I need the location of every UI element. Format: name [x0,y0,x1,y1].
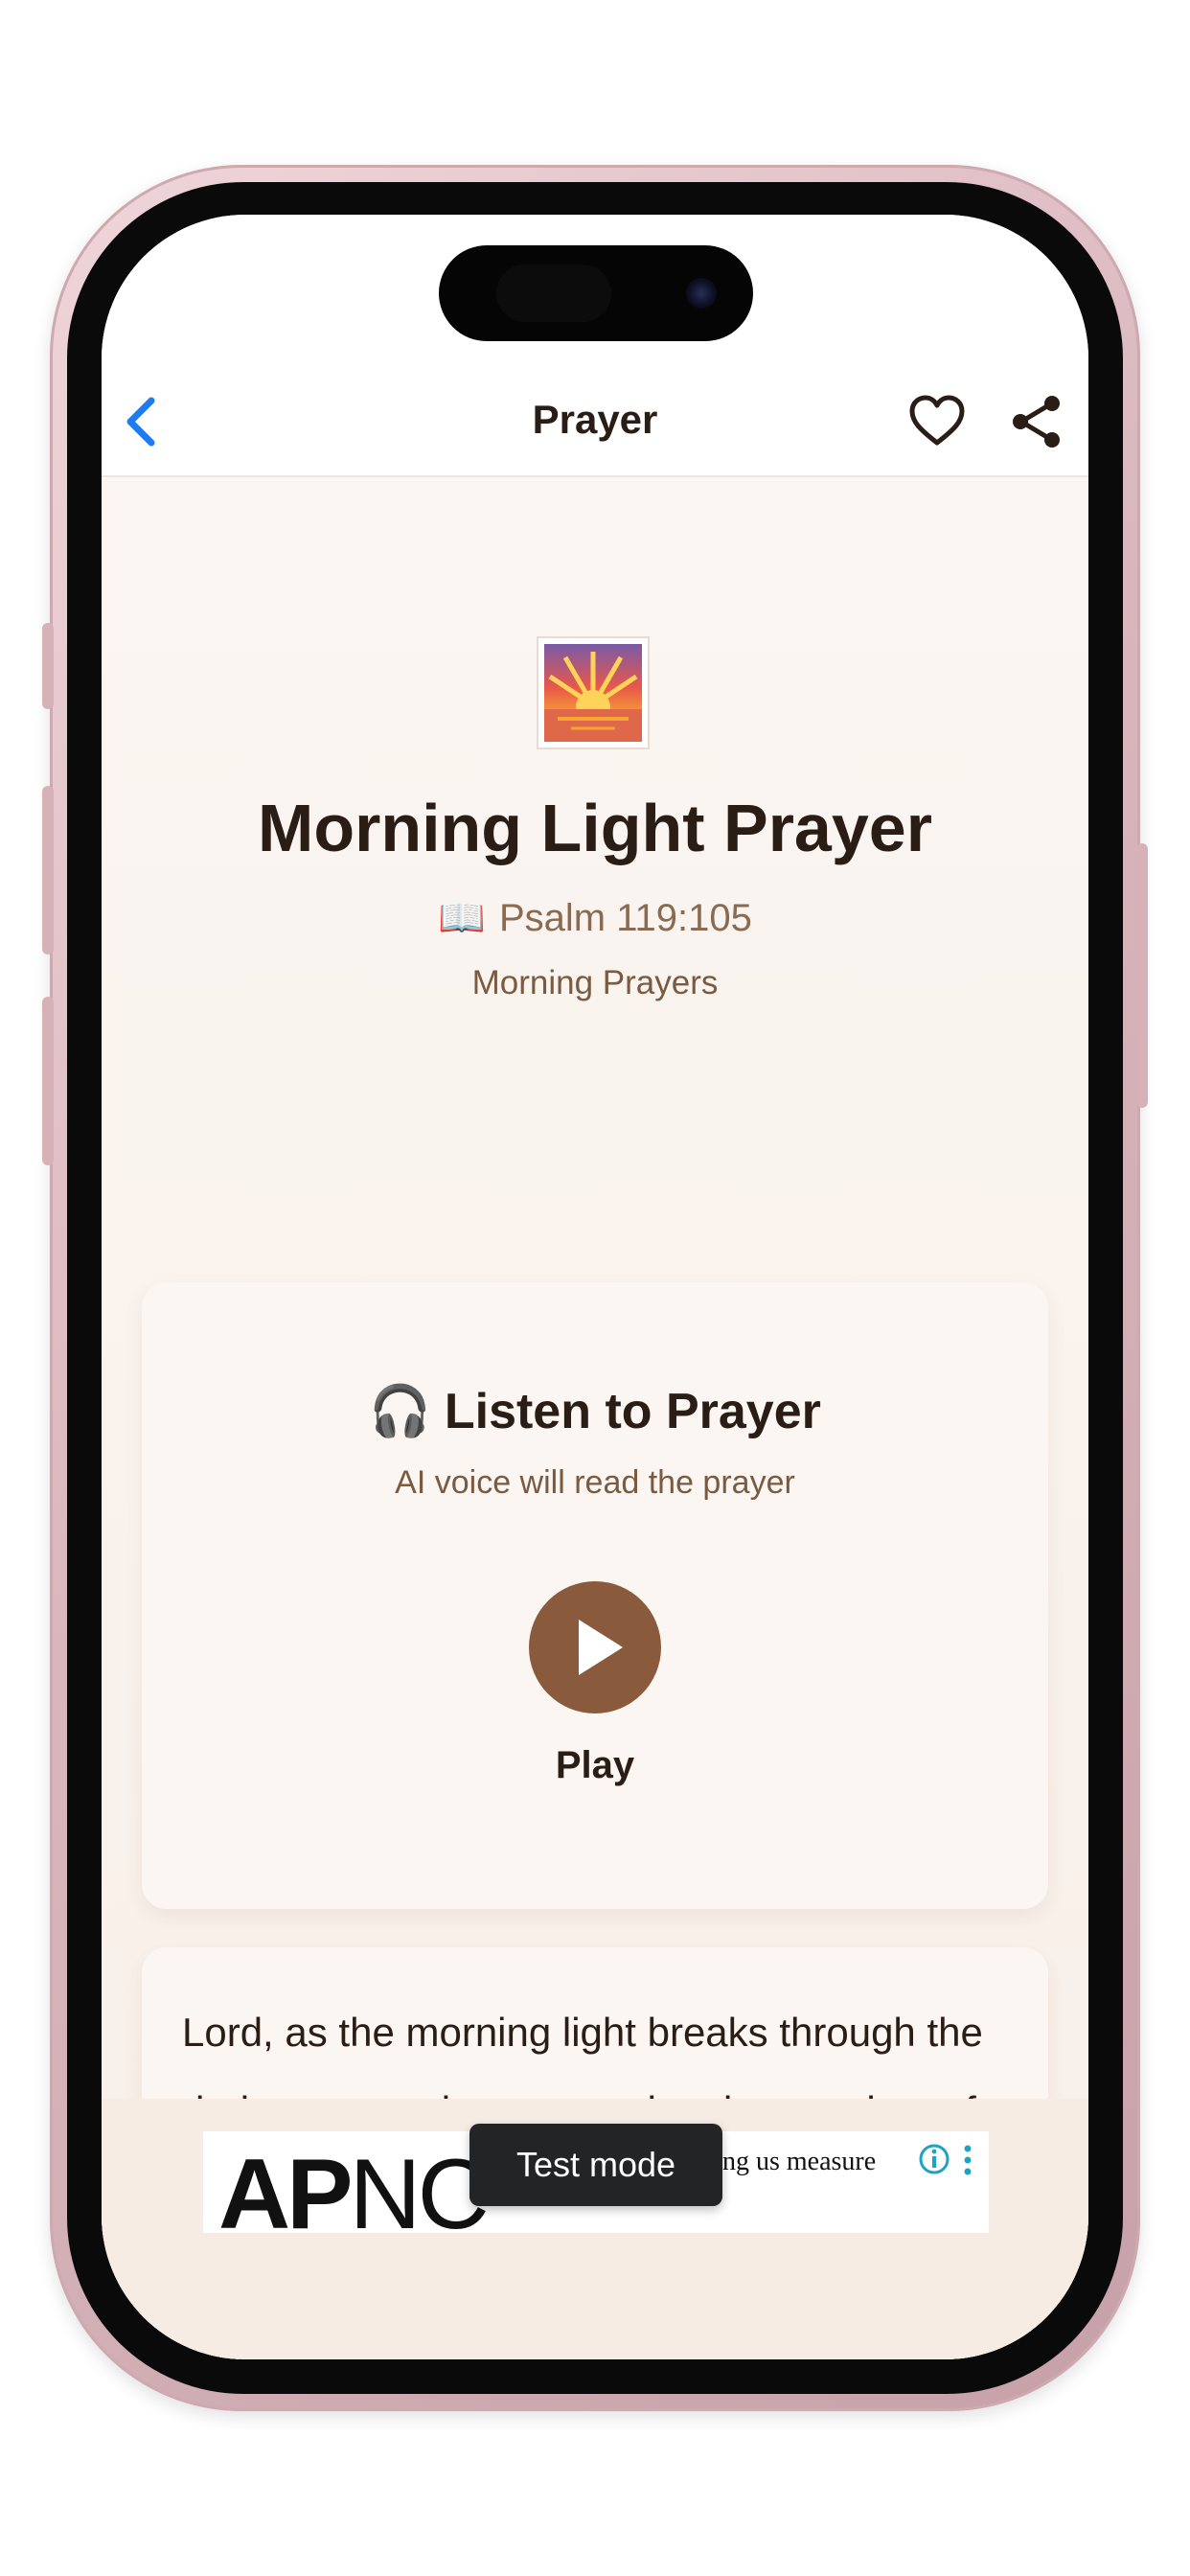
test-mode-badge: Test mode [469,2124,722,2206]
info-icon[interactable] [918,2143,950,2175]
action-button [42,623,54,709]
prayer-title: Morning Light Prayer [258,791,932,865]
power-button [1136,843,1148,1108]
book-icon: 📖 [438,897,486,939]
more-vertical-icon[interactable] [958,2143,977,2181]
camera-icon [686,278,717,309]
share-icon [1013,396,1060,448]
volume-down-button [42,997,54,1165]
listen-title: 🎧 Listen to Prayer [142,1382,1048,1440]
island-sensor [496,264,611,322]
volume-up-button [42,786,54,954]
dynamic-island [439,245,753,341]
favorite-button[interactable] [908,393,966,450]
share-button[interactable] [1008,393,1065,450]
play-icon [579,1620,623,1675]
headphones-icon: 🎧 [369,1384,431,1439]
listen-title-text: Listen to Prayer [444,1384,821,1439]
play-label: Play [555,1744,635,1786]
listen-card: 🎧 Listen to Prayer AI voice will read the… [142,1282,1048,1909]
scripture-reference-text: Psalm 119:105 [498,897,752,939]
prayer-content: Morning Light Prayer 📖 Psalm 119:105 Morn… [102,477,1088,2359]
prayer-category: Morning Prayers [471,964,719,1001]
scripture-reference: 📖 Psalm 119:105 [102,895,1088,940]
ad-logo: APNC [218,2139,490,2233]
play-button[interactable] [529,1581,661,1714]
sunrise-icon [537,636,650,749]
heart-icon [909,395,965,446]
screen: Prayer Morning Light Prayer 📖 Psalm 119:… [102,215,1088,2359]
listen-subtitle: AI voice will read the prayer [395,1464,795,1501]
ad-area: APNC elping us measure Test mode [102,2099,1088,2359]
